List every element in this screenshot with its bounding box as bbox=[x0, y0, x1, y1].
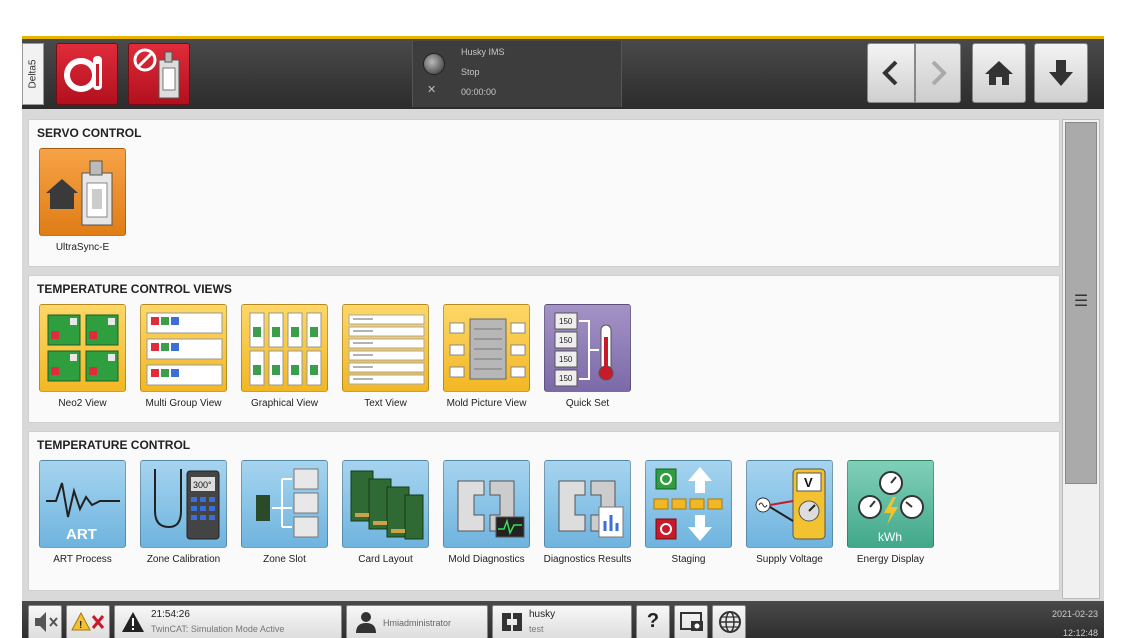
tile-neo2-view[interactable]: Neo2 View bbox=[39, 304, 126, 409]
tile-text-view[interactable]: Text View bbox=[342, 304, 429, 409]
status-light-icon bbox=[423, 53, 445, 75]
warning-clear-icon: ! bbox=[71, 611, 105, 631]
language-button[interactable] bbox=[712, 605, 746, 638]
servo-disabled-icon bbox=[133, 48, 180, 99]
chevron-left-icon bbox=[882, 60, 898, 86]
art-process-icon: ART bbox=[39, 460, 126, 548]
scrollbar-thumb[interactable]: ☰ bbox=[1065, 122, 1097, 484]
energy-display-icon: kWh bbox=[847, 460, 934, 548]
tile-energy-display[interactable]: kWh Energy Display bbox=[847, 460, 934, 565]
header-bar: Delta5 ✕ Husky IMS Stop 00:00:00 bbox=[22, 39, 1104, 109]
back-button[interactable] bbox=[867, 43, 915, 103]
svg-text:150: 150 bbox=[559, 374, 573, 383]
card-layout-icon bbox=[342, 460, 429, 548]
mold-name: husky bbox=[529, 609, 556, 620]
active-alarm-panel[interactable]: 21:54:26 TwinCAT: Simulation Mode Active bbox=[114, 605, 342, 638]
tile-art-process[interactable]: ART ART Process bbox=[39, 460, 126, 565]
warning-icon bbox=[122, 612, 144, 632]
tile-ultrasync-e[interactable]: UltraSync-E bbox=[39, 148, 126, 253]
neo2-view-icon bbox=[39, 304, 126, 392]
mute-button[interactable] bbox=[28, 605, 62, 638]
globe-icon bbox=[719, 611, 741, 633]
machine-timer: 00:00:00 bbox=[461, 87, 497, 97]
tile-quick-set[interactable]: 150 150 150 150 Quick Set bbox=[544, 304, 631, 409]
grip-icon: ☰ bbox=[1073, 293, 1089, 310]
zone-slot-icon bbox=[241, 460, 328, 548]
speaker-mute-icon bbox=[35, 612, 58, 632]
thermocouple-icon bbox=[64, 56, 102, 92]
date-text: 2021-02-23 bbox=[1051, 609, 1098, 619]
main-content: SERVO CONTROL UltraSync-E TEMPERATURE CO… bbox=[28, 119, 1060, 592]
download-button[interactable] bbox=[1034, 43, 1088, 103]
servo-disabled-button[interactable] bbox=[128, 43, 190, 105]
mold-description: test bbox=[529, 624, 544, 634]
tile-multi-group-view[interactable]: Multi Group View bbox=[140, 304, 227, 409]
tile-mold-picture-view[interactable]: Mold Picture View bbox=[443, 304, 530, 409]
tile-card-layout[interactable]: Card Layout bbox=[342, 460, 429, 565]
alarm-time: 21:54:26 bbox=[151, 609, 190, 620]
home-icon bbox=[985, 61, 1013, 85]
section-title: SERVO CONTROL bbox=[37, 126, 142, 140]
section-title: TEMPERATURE CONTROL bbox=[37, 438, 191, 452]
chevron-right-icon bbox=[931, 60, 947, 86]
tile-zone-calibration[interactable]: 300° Zone Calibration bbox=[140, 460, 227, 565]
screenshot-icon bbox=[680, 612, 703, 631]
ultrasync-icon bbox=[39, 148, 126, 236]
machine-name: Husky IMS bbox=[461, 47, 505, 57]
time-text: 12:12:48 bbox=[1062, 628, 1098, 638]
tile-staging[interactable]: Staging bbox=[645, 460, 732, 565]
section-servo-control: SERVO CONTROL UltraSync-E bbox=[28, 119, 1060, 267]
arrow-down-icon bbox=[1049, 60, 1073, 86]
tile-diagnostics-results[interactable]: Diagnostics Results bbox=[544, 460, 631, 565]
mold-picture-icon bbox=[443, 304, 530, 392]
vertical-scrollbar[interactable]: ☰ bbox=[1062, 119, 1100, 599]
footer-bar: ! 21:54:26 TwinCAT: Simulation Mode Acti… bbox=[22, 601, 1104, 638]
help-button[interactable]: ? bbox=[636, 605, 670, 638]
section-temperature-control: TEMPERATURE CONTROL ART ART Process 300°… bbox=[28, 431, 1060, 591]
alarm-message: TwinCAT: Simulation Mode Active bbox=[151, 624, 285, 634]
svg-text:150: 150 bbox=[559, 317, 573, 326]
section-title: TEMPERATURE CONTROL VIEWS bbox=[37, 282, 232, 296]
svg-text:kWh: kWh bbox=[878, 530, 902, 544]
help-icon: ? bbox=[646, 610, 660, 632]
user-name: Hmiadministrator bbox=[383, 618, 452, 628]
machine-status-panel: ✕ Husky IMS Stop 00:00:00 bbox=[412, 41, 622, 107]
svg-text:150: 150 bbox=[559, 336, 573, 345]
screenshot-button[interactable] bbox=[674, 605, 708, 638]
tile-supply-voltage[interactable]: V Supply Voltage bbox=[746, 460, 833, 565]
home-button[interactable] bbox=[972, 43, 1026, 103]
user-login-button[interactable]: Hmiadministrator bbox=[346, 605, 488, 638]
multi-group-icon bbox=[140, 304, 227, 392]
machine-state: Stop bbox=[461, 67, 480, 77]
tile-zone-slot[interactable]: Zone Slot bbox=[241, 460, 328, 565]
user-icon bbox=[356, 612, 376, 633]
svg-text:ART: ART bbox=[66, 526, 97, 543]
delta5-side-tab[interactable]: Delta5 bbox=[22, 43, 44, 105]
mold-diagnostics-icon bbox=[443, 460, 530, 548]
text-view-icon bbox=[342, 304, 429, 392]
diagnostics-results-icon bbox=[544, 460, 631, 548]
tile-mold-diagnostics[interactable]: Mold Diagnostics bbox=[443, 460, 530, 565]
forward-button[interactable] bbox=[915, 43, 961, 103]
svg-text:V: V bbox=[804, 475, 813, 490]
section-temperature-control-views: TEMPERATURE CONTROL VIEWS Neo2 View Mult… bbox=[28, 275, 1060, 423]
svg-text:!: ! bbox=[79, 620, 82, 631]
staging-icon bbox=[645, 460, 732, 548]
svg-text:300°: 300° bbox=[193, 480, 212, 490]
date-time-display: 2021-02-23 12:12:48 bbox=[1052, 605, 1098, 638]
zone-calibration-icon: 300° bbox=[140, 460, 227, 548]
svg-text:150: 150 bbox=[559, 355, 573, 364]
mold-icon bbox=[502, 613, 522, 631]
quick-set-icon: 150 150 150 150 bbox=[544, 304, 631, 392]
mold-setup-button[interactable]: husky test bbox=[492, 605, 632, 638]
supply-voltage-icon: V bbox=[746, 460, 833, 548]
alarm-reset-button[interactable]: ! bbox=[66, 605, 110, 638]
mode-icon: ✕ bbox=[427, 84, 437, 96]
hmi-frame: Delta5 ✕ Husky IMS Stop 00:00:00 SERVO C… bbox=[22, 36, 1104, 638]
graphical-view-icon bbox=[241, 304, 328, 392]
tile-graphical-view[interactable]: Graphical View bbox=[241, 304, 328, 409]
thermocouple-alarm-button[interactable] bbox=[56, 43, 118, 105]
